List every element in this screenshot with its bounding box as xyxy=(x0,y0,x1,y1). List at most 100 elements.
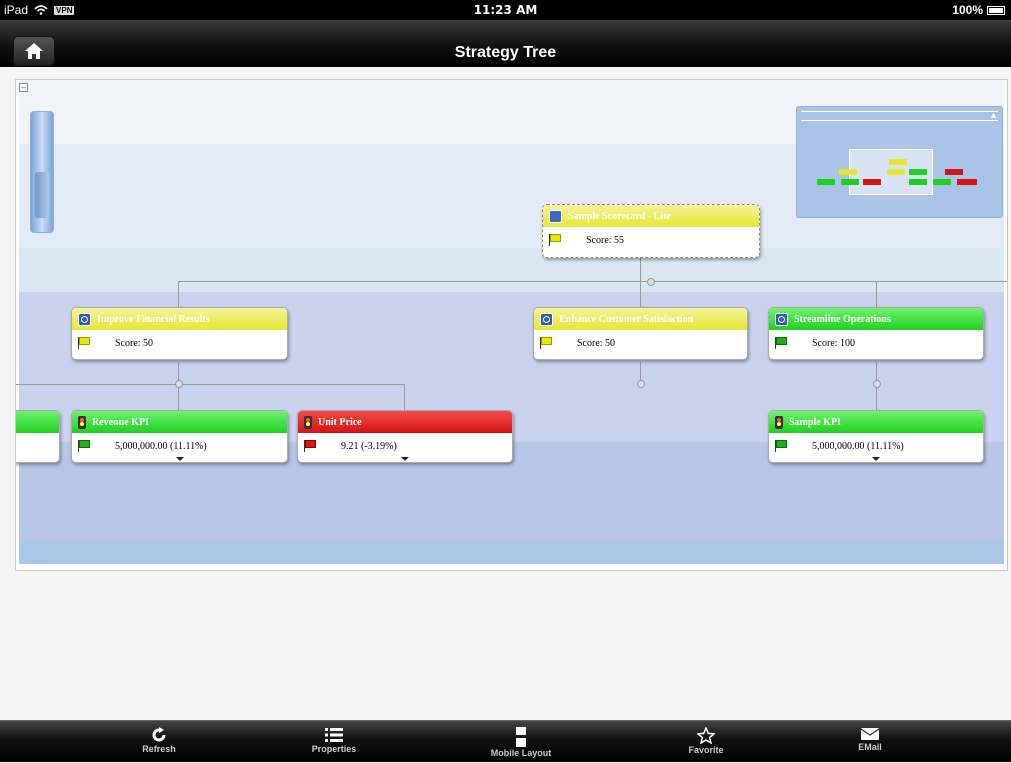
objective-node[interactable]: Enhance Customer Satisfaction Score: 50 xyxy=(533,307,748,360)
scorecard-icon xyxy=(549,209,562,223)
node-body: Score: 50 xyxy=(72,330,287,356)
node-body: Score: 50 xyxy=(534,330,747,356)
overview-node xyxy=(889,159,907,165)
mobile-layout-button[interactable]: Mobile Layout xyxy=(461,721,581,763)
overview-header xyxy=(801,111,998,121)
status-right: 100% xyxy=(952,3,1005,17)
green-flag-icon xyxy=(775,440,787,452)
node-header: Revenue KPI xyxy=(72,411,287,433)
node-body: Score: 100 xyxy=(769,330,983,356)
toolbar-label: EMail xyxy=(858,742,882,752)
nav-bar: Strategy Tree xyxy=(0,20,1011,67)
star-icon xyxy=(697,727,715,744)
tree-connector xyxy=(16,384,404,385)
tree-connector xyxy=(404,384,405,410)
status-time: 11:23 AM xyxy=(473,3,538,17)
toolbar-label: Mobile Layout xyxy=(490,748,552,758)
overview-node xyxy=(945,169,963,175)
yellow-flag-icon xyxy=(540,337,552,349)
traffic-light-icon xyxy=(304,415,312,429)
kpi-value: 9.21 (-3.19%) xyxy=(341,440,397,452)
overview-node xyxy=(839,169,857,175)
node-title: Streamline Operations xyxy=(794,313,891,325)
kpi-value: 5,000,000.00 (11.11%) xyxy=(812,440,904,452)
node-header: Sample KPI xyxy=(769,411,983,433)
overview-node xyxy=(933,179,951,185)
node-body xyxy=(16,433,59,459)
node-body: 9.21 (-3.19%) xyxy=(298,433,512,461)
overview-node xyxy=(909,169,927,175)
envelope-icon xyxy=(861,728,879,740)
canvas-band xyxy=(19,540,1004,564)
node-header: Enhance Customer Satisfaction xyxy=(534,308,747,330)
pin-icon[interactable]: ▲ xyxy=(989,110,998,120)
objective-node[interactable]: Streamline Operations Score: 100 xyxy=(768,307,984,360)
refresh-button[interactable]: Refresh xyxy=(99,721,219,763)
strategy-tree-canvas[interactable]: – ▲ Sample Scorecard - Lite Score: 55 Im… xyxy=(15,79,1008,571)
node-title: Revenue KPI xyxy=(92,416,149,428)
node-title: Improve Financial Results xyxy=(97,313,210,325)
node-header: Unit Price xyxy=(298,411,512,433)
properties-button[interactable]: Properties xyxy=(274,721,394,763)
scorecard-node[interactable]: Sample Scorecard - Lite Score: 55 xyxy=(542,204,760,258)
node-title: Unit Price xyxy=(318,416,362,428)
objective-icon xyxy=(78,312,91,326)
toolbar-label: Refresh xyxy=(142,744,176,754)
email-button[interactable]: EMail xyxy=(810,721,930,763)
overview-node xyxy=(887,169,905,175)
tree-connector xyxy=(178,281,1007,282)
node-header: Streamline Operations xyxy=(769,308,983,330)
battery-percent: 100% xyxy=(952,3,983,17)
node-score: Score: 50 xyxy=(115,337,154,349)
green-flag-icon xyxy=(775,337,787,349)
kpi-node[interactable]: Sample KPI 5,000,000.00 (11.11%) xyxy=(768,410,984,463)
tree-joint[interactable] xyxy=(175,380,183,388)
traffic-light-icon xyxy=(78,415,86,429)
toolbar-label: Properties xyxy=(311,744,357,754)
overview-node xyxy=(957,179,977,185)
kpi-value: 5,000,000.00 (11.11%) xyxy=(115,440,207,452)
status-bar: iPad VPN 11:23 AM 100% xyxy=(0,0,1011,20)
overview-node xyxy=(817,179,835,185)
battery-icon xyxy=(987,5,1005,15)
layout-icon xyxy=(516,727,526,747)
zoom-slider-thumb[interactable] xyxy=(35,172,49,218)
overview-map[interactable]: ▲ xyxy=(796,106,1003,218)
expand-arrow-icon[interactable] xyxy=(872,457,880,461)
tree-joint[interactable] xyxy=(873,380,881,388)
node-score: Score: 55 xyxy=(586,234,625,246)
kpi-node[interactable]: Unit Price 9.21 (-3.19%) xyxy=(297,410,513,463)
kpi-node[interactable]: Revenue KPI 5,000,000.00 (11.11%) xyxy=(71,410,288,463)
node-header: Improve Financial Results xyxy=(72,308,287,330)
toolbar-label: Favorite xyxy=(688,745,724,755)
node-title: Sample Scorecard - Lite xyxy=(568,210,671,222)
green-flag-icon xyxy=(78,440,90,452)
refresh-icon xyxy=(152,727,166,742)
tree-joint[interactable] xyxy=(647,278,655,286)
overview-node xyxy=(841,179,859,185)
yellow-flag-icon xyxy=(549,234,561,246)
node-score: Score: 100 xyxy=(812,337,856,349)
objective-icon xyxy=(540,312,553,326)
objective-node[interactable]: Improve Financial Results Score: 50 xyxy=(71,307,288,360)
expand-arrow-icon[interactable] xyxy=(401,457,409,461)
zoom-slider[interactable] xyxy=(30,111,54,233)
red-flag-icon xyxy=(304,440,316,452)
traffic-light-icon xyxy=(775,415,783,429)
tree-connector xyxy=(640,281,641,307)
node-title: Enhance Customer Satisfaction xyxy=(559,313,694,325)
node-body: 5,000,000.00 (11.11%) xyxy=(769,433,983,461)
objective-icon xyxy=(775,312,788,326)
collapse-icon[interactable]: – xyxy=(19,83,28,92)
expand-arrow-icon[interactable] xyxy=(175,457,184,461)
favorite-button[interactable]: Favorite xyxy=(646,721,766,763)
tree-connector xyxy=(876,281,877,307)
node-score: Score: 50 xyxy=(577,337,616,349)
tree-connector xyxy=(178,281,179,307)
node-title: Sample KPI xyxy=(789,416,841,428)
node-header: Sample Scorecard - Lite xyxy=(543,205,759,227)
page-title: Strategy Tree xyxy=(454,44,557,61)
tree-joint[interactable] xyxy=(637,380,645,388)
canvas-band xyxy=(19,248,1004,292)
kpi-node-partial[interactable] xyxy=(16,410,60,463)
